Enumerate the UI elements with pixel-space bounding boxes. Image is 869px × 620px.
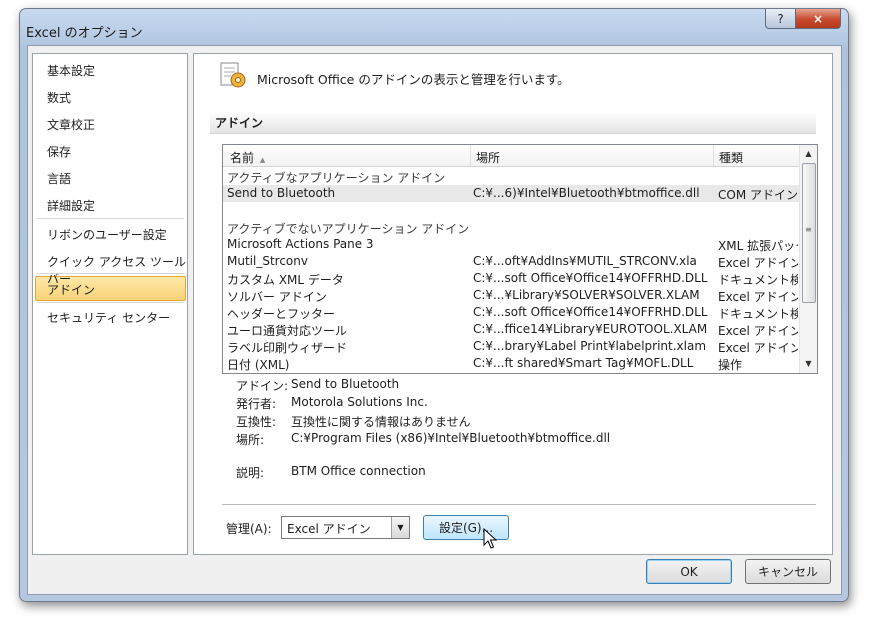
table-row[interactable]: ソルバー アドイン C:¥...¥Library¥SOLVER¥SOLVER.X…	[223, 287, 799, 304]
scroll-down-arrow-icon[interactable]: ▼	[800, 355, 817, 372]
list-vertical-scrollbar[interactable]: ▲ ≡ ▼	[799, 145, 817, 373]
sidebar: 基本設定 数式 文章校正 保存 言語 詳細設定 リボンのユーザー設定 クイック …	[32, 53, 188, 555]
column-header-type[interactable]: 種類	[719, 149, 743, 166]
manage-dropdown[interactable]: Excel アドイン ▼	[281, 516, 410, 539]
cell-name: ヘッダーとフッター	[227, 307, 336, 321]
sidebar-item-customize-ribbon[interactable]: リボンのユーザー設定	[47, 226, 167, 243]
sidebar-item-formulas[interactable]: 数式	[47, 89, 71, 106]
cell-name: ソルバー アドイン	[227, 290, 327, 304]
cell-name: ラベル印刷ウィザード	[227, 341, 348, 355]
sidebar-item-general[interactable]: 基本設定	[47, 62, 95, 79]
section-title: アドイン	[215, 116, 264, 130]
sidebar-item-addins[interactable]: アドイン	[47, 281, 95, 298]
mouse-cursor-icon	[483, 528, 497, 549]
detail-addin-label: アドイン:	[236, 379, 289, 393]
window-title: Excel のオプション	[26, 26, 143, 41]
sidebar-item-advanced[interactable]: 詳細設定	[47, 197, 95, 214]
table-row[interactable]: Mutil_Strconv C:¥...oft¥AddIns¥MUTIL_STR…	[223, 253, 799, 270]
cell-location: C:¥...soft Office¥Office14¥OFFRHD.DLL	[473, 271, 708, 285]
column-header-location[interactable]: 場所	[476, 149, 500, 166]
addins-list[interactable]: 名前 ▲ 場所 種類 アクティブなアプリケーション アドイン Send to B…	[222, 144, 818, 374]
detail-compat-label: 互換性:	[236, 415, 277, 429]
table-row[interactable]: ラベル印刷ウィザード C:¥...brary¥Label Print¥label…	[223, 338, 799, 355]
cell-type: Excel アドイン	[718, 290, 798, 304]
page-header-text: Microsoft Office のアドインの表示と管理を行います。	[257, 72, 570, 87]
sidebar-item-language[interactable]: 言語	[47, 170, 71, 187]
detail-compat-value: 互換性に関する情報はありません	[291, 415, 471, 429]
cell-location: C:¥...ft shared¥Smart Tag¥MOFL.DLL	[473, 356, 694, 370]
divider	[222, 504, 816, 505]
group-inactive-addins: アクティブでないアプリケーション アドイン	[227, 222, 470, 236]
cell-location: C:¥...oft¥AddIns¥MUTIL_STRCONV.xla	[473, 254, 697, 268]
sidebar-separator	[37, 273, 184, 274]
cell-type: Excel アドイン	[718, 324, 798, 338]
manage-label: 管理(A):	[226, 522, 272, 536]
table-row[interactable]: ユーロ通貨対応ツール C:¥...ffice14¥Library¥EUROTOO…	[223, 321, 799, 338]
manage-dropdown-value: Excel アドイン	[287, 522, 371, 536]
sort-ascending-icon: ▲	[259, 156, 266, 164]
column-divider[interactable]	[713, 145, 714, 166]
sidebar-separator	[37, 302, 184, 303]
cell-location: C:¥...soft Office¥Office14¥OFFRHD.DLL	[473, 305, 708, 319]
cell-location: C:¥...ffice14¥Library¥EUROTOOL.XLAM	[473, 322, 708, 336]
cell-type: XML 拡張パック	[718, 239, 798, 253]
sidebar-item-save[interactable]: 保存	[47, 143, 71, 160]
list-header: 名前 ▲ 場所 種類	[223, 145, 799, 167]
cell-type: Excel アドイン	[718, 256, 798, 270]
detail-description-label: 説明:	[236, 466, 265, 480]
help-button[interactable]: ?	[765, 9, 796, 29]
cell-name: カスタム XML データ	[227, 273, 344, 287]
detail-description-value: BTM Office connection	[291, 464, 426, 478]
table-row[interactable]: 日付 (XML) C:¥...ft shared¥Smart Tag¥MOFL.…	[223, 355, 799, 372]
detail-location-label: 場所:	[236, 433, 265, 447]
table-row[interactable]: カスタム XML データ C:¥...soft Office¥Office14¥…	[223, 270, 799, 287]
cell-location: C:¥...6)¥Intel¥Bluetooth¥btmoffice.dll	[473, 186, 700, 200]
group-active-addins: アクティブなアプリケーション アドイン	[227, 171, 446, 185]
scrollbar-thumb[interactable]: ≡	[802, 163, 816, 303]
cancel-button[interactable]: キャンセル	[745, 559, 831, 584]
cell-name: ユーロ通貨対応ツール	[227, 324, 348, 338]
cell-name: Microsoft Actions Pane 3	[227, 237, 374, 251]
addins-gear-icon	[220, 62, 246, 88]
detail-publisher-label: 発行者:	[236, 397, 277, 411]
cell-name: 日付 (XML)	[227, 358, 290, 372]
cell-type: 操作	[718, 358, 743, 372]
detail-addin-value: Send to Bluetooth	[291, 377, 400, 391]
cell-name: Mutil_Strconv	[227, 254, 308, 268]
close-button[interactable]: ×	[795, 9, 841, 29]
chevron-down-icon[interactable]: ▼	[391, 517, 409, 538]
cell-type: ドキュメント検査	[718, 307, 798, 321]
section-header-bar	[210, 111, 816, 134]
sidebar-item-trust-center[interactable]: セキュリティ センター	[47, 309, 170, 326]
detail-publisher-value: Motorola Solutions Inc.	[291, 395, 428, 409]
table-row[interactable]: ヘッダーとフッター C:¥...soft Office¥Office14¥OFF…	[223, 304, 799, 321]
ok-button[interactable]: OK	[646, 559, 732, 584]
scroll-grip-icon: ≡	[805, 225, 812, 234]
cell-name: Send to Bluetooth	[227, 186, 336, 200]
column-header-name[interactable]: 名前 ▲	[230, 149, 265, 166]
cell-location: C:¥...¥Library¥SOLVER¥SOLVER.XLAM	[473, 288, 700, 302]
sidebar-separator	[37, 218, 184, 219]
table-row[interactable]: Send to Bluetooth C:¥...6)¥Intel¥Bluetoo…	[223, 185, 799, 202]
scroll-up-arrow-icon[interactable]: ▲	[800, 145, 817, 162]
cell-type: ドキュメント検査	[718, 273, 798, 287]
cell-location: C:¥...brary¥Label Print¥labelprint.xlam	[473, 339, 707, 353]
table-row[interactable]: Microsoft Actions Pane 3 XML 拡張パック	[223, 236, 799, 253]
column-divider[interactable]	[470, 145, 471, 166]
cell-type: COM アドイン	[718, 188, 798, 202]
detail-location-value: C:¥Program Files (x86)¥Intel¥Bluetooth¥b…	[291, 431, 611, 445]
cell-type: Excel アドイン	[718, 341, 798, 355]
sidebar-item-proofing[interactable]: 文章校正	[47, 116, 95, 133]
